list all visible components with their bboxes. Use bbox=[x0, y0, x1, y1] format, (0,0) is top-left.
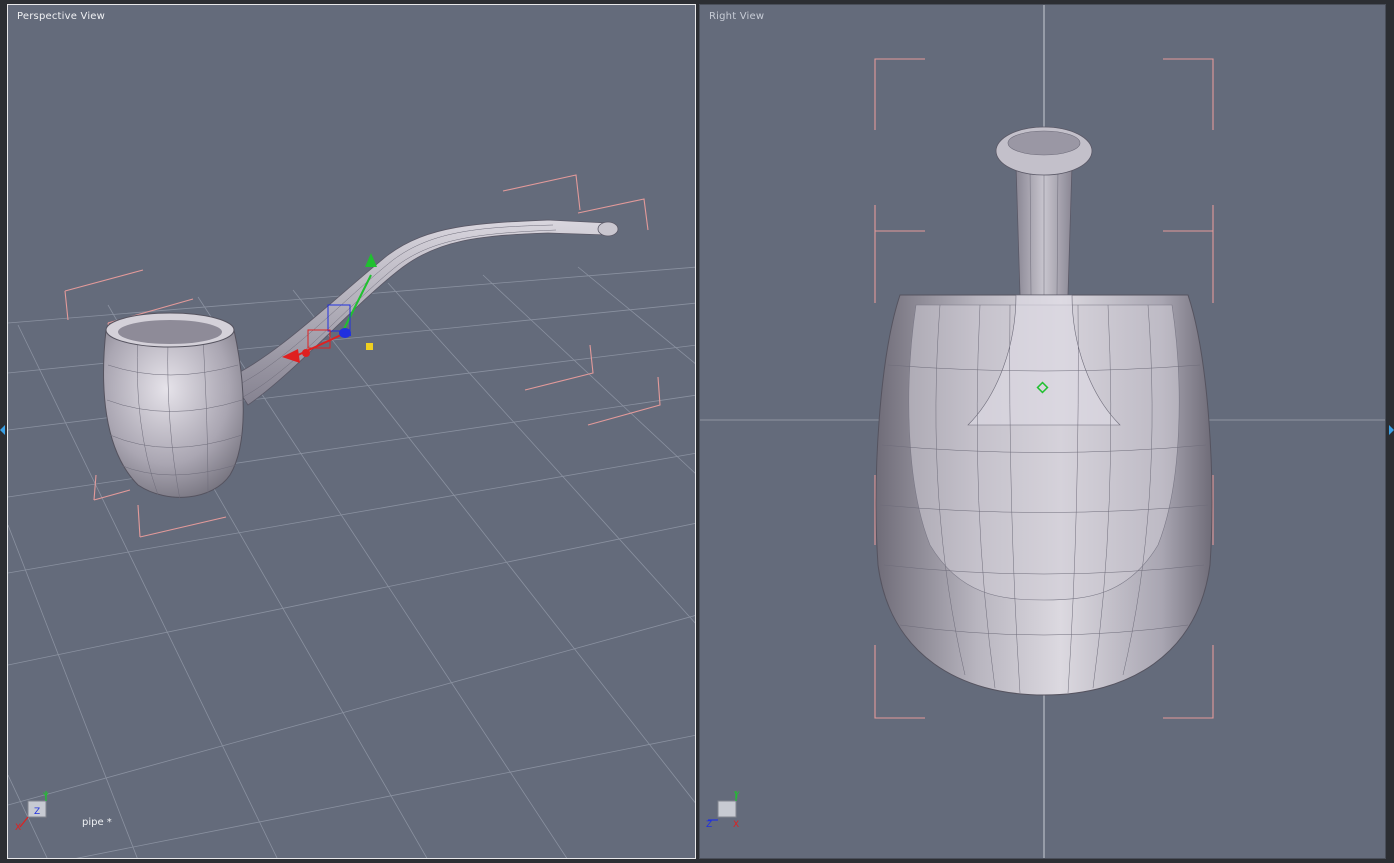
stem-mouthpiece bbox=[597, 221, 619, 237]
axis-label-z: Z bbox=[706, 820, 712, 830]
object-name-label: pipe * bbox=[82, 817, 112, 828]
pipe-bowl bbox=[103, 329, 244, 498]
right-viewport[interactable]: Y Z X Right View bbox=[699, 4, 1386, 859]
perspective-viewport[interactable]: Y X Z Perspective View pipe * bbox=[7, 4, 696, 859]
edge-arrow-icon[interactable] bbox=[0, 425, 5, 435]
right-scene[interactable]: Y Z X bbox=[700, 5, 1386, 859]
axis-label-y: Y bbox=[42, 792, 49, 802]
axis-cube-icon: Y Z X bbox=[706, 791, 740, 830]
axis-label-x: X bbox=[15, 823, 21, 833]
axis-label-y: Y bbox=[733, 791, 740, 801]
axis-label-x: X bbox=[733, 820, 739, 830]
pivot-point-icon[interactable] bbox=[366, 343, 373, 350]
viewport-title: Right View bbox=[709, 11, 765, 22]
bowl-opening bbox=[118, 320, 222, 344]
axis-label-z: Z bbox=[34, 807, 40, 817]
mouthpiece-opening bbox=[1007, 130, 1081, 156]
viewport-title: Perspective View bbox=[17, 11, 106, 22]
perspective-scene[interactable]: Y X Z bbox=[8, 5, 696, 859]
pipe-stem bbox=[229, 219, 609, 406]
edge-arrow-icon[interactable] bbox=[1389, 425, 1394, 435]
